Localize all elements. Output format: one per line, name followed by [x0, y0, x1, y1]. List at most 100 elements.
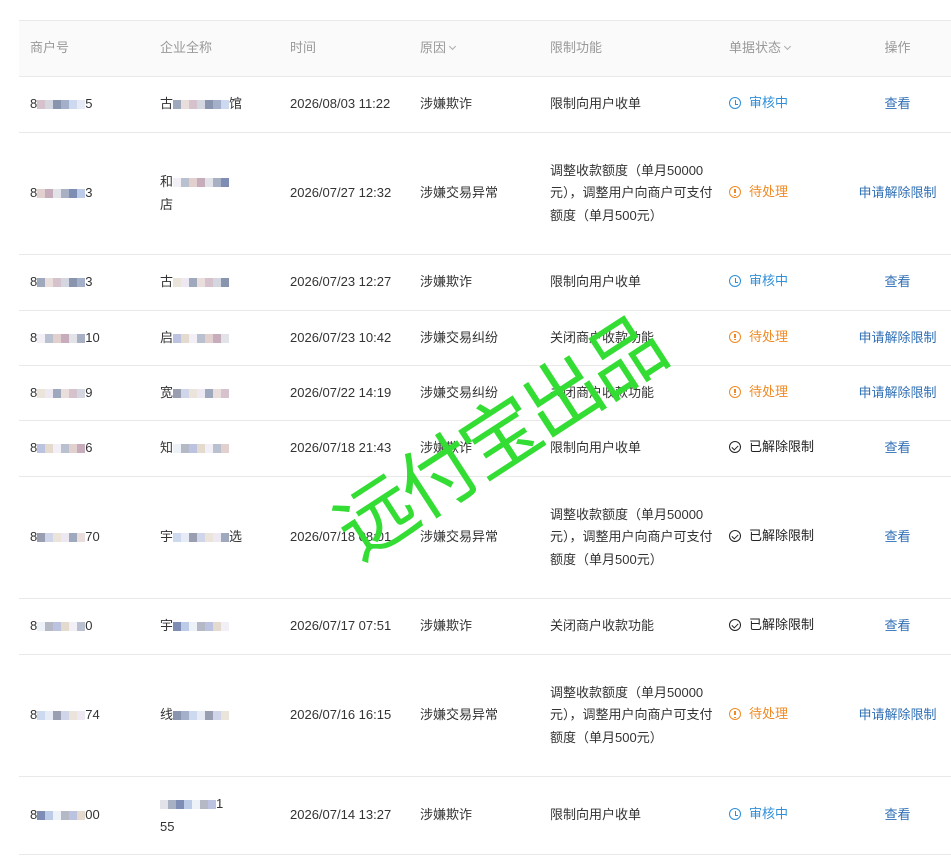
status-badge: 审核中 — [729, 803, 788, 826]
table-row: 8 00 1 55 2026/07/14 13:27 涉嫌欺诈 限制向用户收单 审核中 查看 — [19, 777, 951, 855]
status-cell: 已解除限制 — [719, 436, 844, 461]
restriction-cell: 限制向用户收单 — [539, 271, 719, 294]
action-cell: 申请解除限制 — [844, 382, 951, 405]
table-row: 8 10 启 2026/07/23 10:42 涉嫌交易纠纷 关闭商户收款功能 待处理 申请解… — [19, 311, 951, 366]
merchant-id-prefix: 8 — [30, 329, 38, 345]
merchant-id-cell: 8 70 — [19, 526, 149, 549]
time-cell: 2026/07/18 21:43 — [290, 440, 392, 456]
status-label: 已解除限制 — [749, 528, 815, 544]
merchant-id-suffix: 0 — [85, 618, 93, 634]
merchant-id-suffix: 70 — [85, 529, 100, 545]
status-label: 待处理 — [749, 706, 789, 722]
table-row: 8 3 古 2026/07/23 12:27 涉嫌欺诈 限制向用户收单 审核中 查看 — [19, 255, 951, 311]
reason-cell: 涉嫌交易异常 — [420, 707, 499, 723]
merchant-id-prefix: 8 — [30, 96, 38, 112]
action-cell: 申请解除限制 — [844, 704, 951, 727]
company-name-prefix: 古 — [160, 96, 174, 112]
reason-cell: 涉嫌欺诈 — [420, 618, 473, 634]
status-label: 已解除限制 — [749, 439, 815, 455]
header-merchant-id: 商户号 — [30, 40, 70, 56]
restriction-text: 限制向用户收单 — [550, 96, 642, 112]
action-cell: 查看 — [844, 615, 951, 638]
status-cell: 待处理 — [719, 181, 844, 206]
merchant-id-suffix: 3 — [85, 185, 93, 201]
merchant-id-cell: 85 — [19, 93, 149, 116]
time-cell: 2026/07/14 13:27 — [290, 807, 392, 823]
status-cell: 审核中 — [719, 92, 844, 117]
reason-cell: 涉嫌交易纠纷 — [420, 384, 499, 400]
view-link[interactable]: 查看 — [884, 618, 910, 633]
time-cell: 2026/07/23 10:42 — [290, 329, 392, 345]
company-cell: 古 — [149, 271, 279, 294]
time-cell: 2026/07/18 08:01 — [290, 529, 392, 545]
company-cell: 知 — [149, 437, 279, 460]
company-name-prefix: 古 — [160, 274, 174, 290]
merchant-id-prefix: 8 — [30, 529, 38, 545]
redacted-text — [37, 622, 86, 632]
alert-circle-icon — [729, 708, 741, 721]
check-circle-icon — [729, 530, 741, 543]
request-lift-restriction-link[interactable]: 申请解除限制 — [858, 330, 936, 345]
company-cell: 宽 — [149, 382, 279, 405]
time-cell: 2026/07/23 12:27 — [290, 274, 392, 290]
merchant-id-cell: 83 — [19, 182, 149, 205]
merchant-id-prefix: 8 — [30, 440, 38, 456]
request-lift-restriction-link[interactable]: 申请解除限制 — [858, 385, 936, 400]
merchant-id-cell: 89 — [19, 382, 149, 405]
status-badge: 待处理 — [729, 381, 788, 404]
view-link[interactable]: 查看 — [884, 529, 910, 544]
company-name-suffix: 选 — [229, 529, 243, 545]
request-lift-restriction-link[interactable]: 申请解除限制 — [858, 185, 936, 200]
table-body: 8 5 古馆 2026/08/03 11:22 涉嫌欺诈 限制向用户收单 审核中 查看 8 3 和店… — [19, 77, 951, 855]
company-name-suffix: 1 — [216, 796, 224, 811]
clock-icon — [729, 275, 741, 288]
alert-circle-icon — [729, 330, 741, 343]
chevron-down-icon — [448, 43, 457, 51]
company-name-suffix: 馆 — [229, 96, 243, 112]
company-name-prefix: 宽 — [160, 384, 174, 400]
clock-icon — [729, 808, 741, 821]
table-row: 8 0 宇 2026/07/17 07:51 涉嫌欺诈 关闭商户收款功能 已解除限制 查看 — [19, 599, 951, 655]
status-badge: 待处理 — [729, 703, 788, 726]
merchant-id-suffix: 9 — [85, 384, 93, 400]
status-label: 审核中 — [749, 95, 789, 111]
restriction-cell: 关闭商户收款功能 — [539, 382, 719, 405]
restriction-text: 限制向用户收单 — [550, 807, 642, 823]
company-name-prefix: 宇 — [160, 618, 174, 634]
restriction-cell: 限制向用户收单 — [539, 804, 719, 827]
reason-cell: 涉嫌交易异常 — [420, 529, 499, 545]
view-link[interactable]: 查看 — [884, 96, 910, 111]
view-link[interactable]: 查看 — [884, 440, 910, 455]
view-link[interactable]: 查看 — [884, 274, 910, 289]
restriction-cell: 关闭商户收款功能 — [539, 327, 719, 350]
redacted-text — [37, 388, 86, 398]
restriction-text: 关闭商户收款功能 — [550, 384, 655, 400]
header-reason-filter[interactable]: 原因 — [409, 37, 539, 60]
redacted-text — [173, 178, 230, 188]
company-name-prefix: 知 — [160, 440, 174, 456]
status-label: 已解除限制 — [749, 617, 815, 633]
redacted-text — [173, 100, 230, 110]
view-link[interactable]: 查看 — [884, 807, 910, 822]
status-badge: 待处理 — [729, 181, 788, 204]
merchant-id-prefix: 8 — [30, 807, 38, 823]
status-label: 待处理 — [749, 328, 789, 344]
reason-cell: 涉嫌欺诈 — [420, 440, 473, 456]
merchant-id-suffix: 74 — [85, 707, 100, 723]
request-lift-restriction-link[interactable]: 申请解除限制 — [858, 707, 936, 722]
merchant-id-cell: 8 10 — [19, 327, 149, 350]
redacted-text — [173, 622, 230, 632]
action-cell: 查看 — [844, 437, 951, 460]
redacted-text — [37, 278, 86, 288]
time-cell: 2026/07/16 16:15 — [290, 707, 392, 723]
header-reason-label: 原因 — [420, 40, 447, 56]
redacted-text — [160, 800, 216, 810]
redacted-text — [173, 388, 230, 398]
company-cell: 和店 — [149, 171, 279, 216]
merchant-id-cell: 80 — [19, 615, 149, 638]
table-row: 8 5 古馆 2026/08/03 11:22 涉嫌欺诈 限制向用户收单 审核中 查看 — [19, 77, 951, 133]
redacted-text — [37, 444, 86, 454]
header-status-filter[interactable]: 单据状态 — [719, 37, 844, 60]
header-restriction: 限制功能 — [550, 40, 603, 56]
reason-cell: 涉嫌欺诈 — [420, 274, 473, 290]
